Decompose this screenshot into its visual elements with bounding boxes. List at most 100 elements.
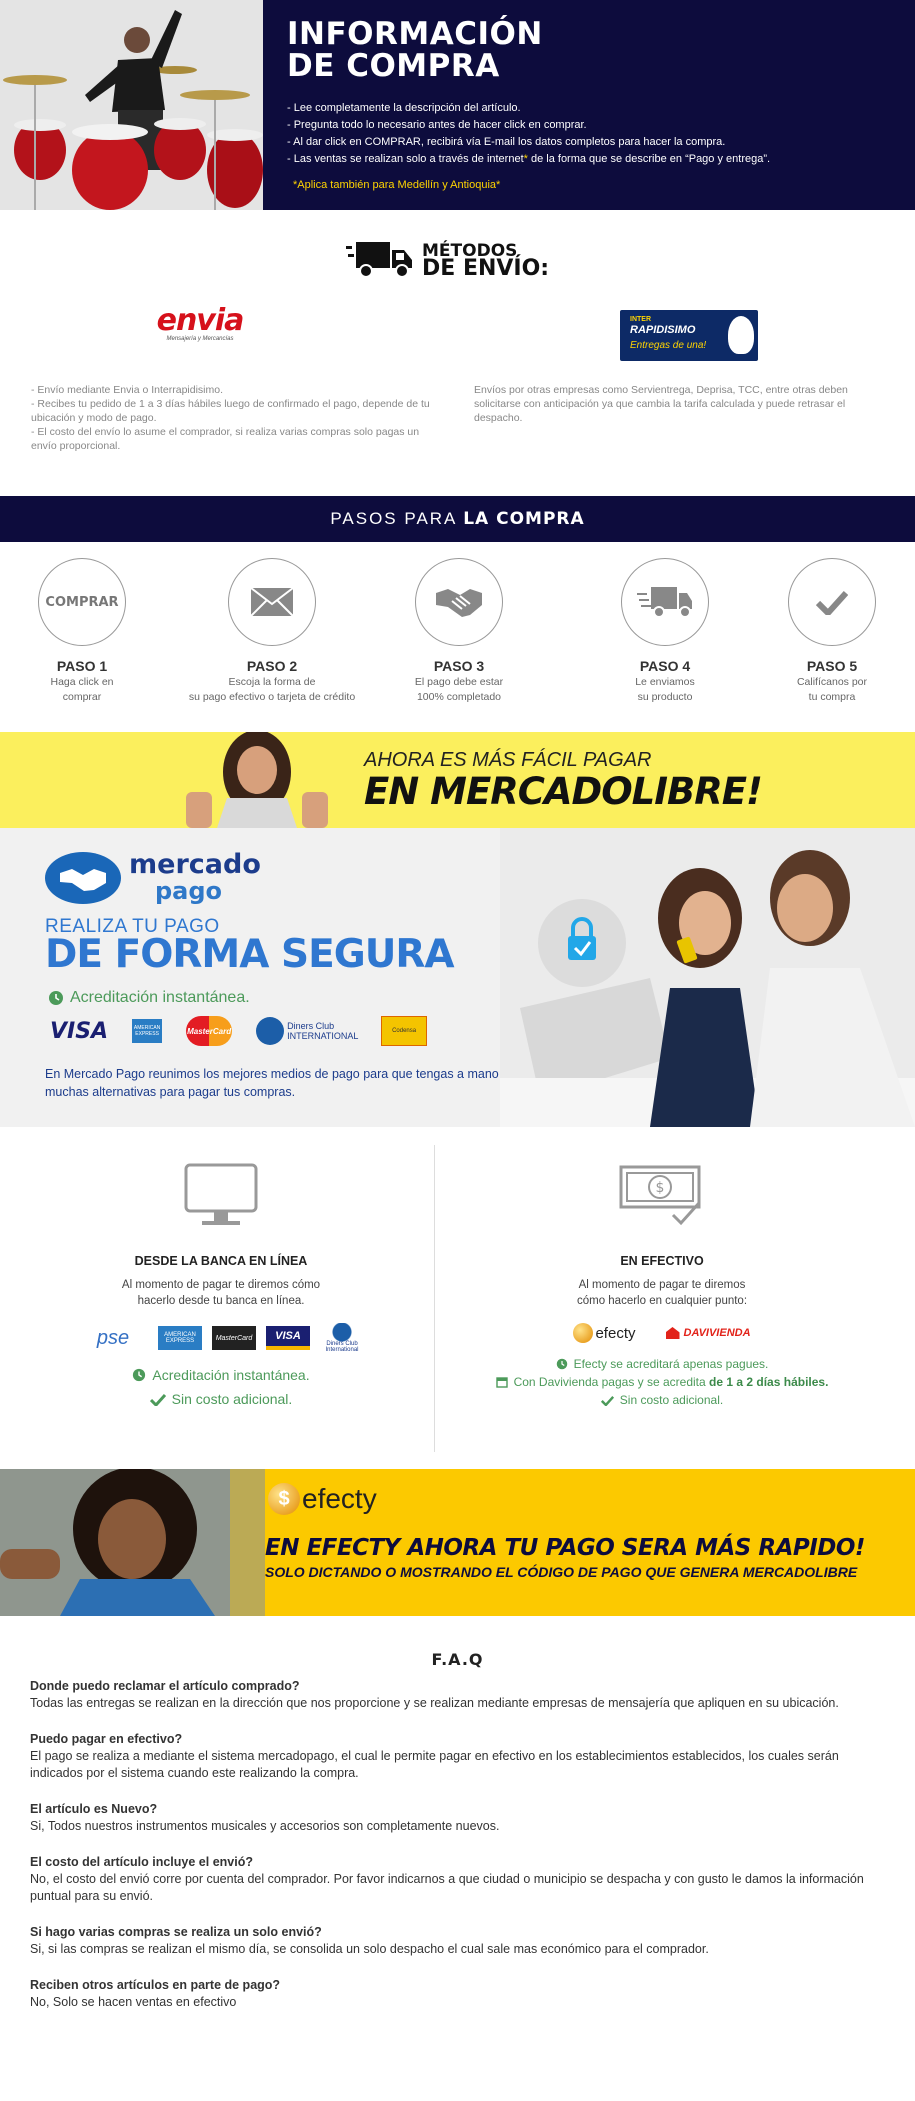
diners-circle-icon [256, 1017, 285, 1045]
mp-accreditation-text: Acreditación instantánea. [70, 989, 250, 1006]
faq-question: Puedo pagar en efectivo? [30, 1732, 183, 1746]
comprar-circle-text: COMPRAR [45, 594, 119, 610]
cash-column: $ EN EFECTIVO Al momento de pagar te dir… [462, 1163, 862, 1407]
davivienda-accreditation: Con Davivienda pagas y se acredita de 1 … [462, 1375, 862, 1389]
faq-question: El costo del artículo incluye el envió? [30, 1855, 253, 1869]
efecty-accreditation: Efecty se acreditará apenas pagues. [462, 1357, 862, 1371]
inter-logo-line1: INTER [630, 316, 651, 323]
efecty-banner-subtitle: SOLO DICTANDO O MOSTRANDO EL CÓDIGO DE P… [265, 1564, 858, 1580]
faq-question: Reciben otros artículos en parte de pago… [30, 1978, 281, 1992]
step-1: COMPRAR PASO 1 Haga click en comprar [0, 558, 182, 705]
bank-accreditation: Acreditación instantánea. [21, 1367, 421, 1383]
instruction-item: - Pregunta todo lo necesario antes de ha… [287, 119, 587, 131]
cash-logos: efecty DAVIVIENDA [462, 1323, 862, 1343]
medellin-note: *Aplica también para Medellín y Antioqui… [293, 179, 501, 191]
efecty-coin-icon [573, 1323, 594, 1343]
step-desc-line: El pago debe estar [414, 676, 504, 688]
efecty-logo-text: efecty [595, 1324, 636, 1342]
diners-logo-text: Diners Club INTERNATIONAL [287, 1021, 359, 1041]
step-description: Escoja la forma de su pago efectivo o tar… [172, 675, 372, 705]
bank-accreditation-text: Acreditación instantánea. [152, 1367, 310, 1383]
amex-logo: AMERICAN EXPRESS [158, 1326, 202, 1350]
efecty-accreditation-text: Efecty se acreditará apenas pagues. [573, 1357, 769, 1371]
other-couriers-text: Envíos por otras empresas como Servientr… [474, 384, 848, 424]
purchase-instructions: - Lee completamente la descripción del a… [287, 100, 891, 168]
mercadopago-word-1: mercado [129, 849, 261, 880]
shipping-note: - El costo del envío lo asume el comprad… [31, 426, 420, 452]
cash-no-cost: Sin costo adicional. [462, 1393, 862, 1407]
efecty-banner: $ efecty EN EFECTY AHORA TU PAGO SERA MÁ… [0, 1469, 915, 1616]
step-description: Califícanos por tu compra [732, 675, 915, 705]
shipping-title-line2: DE ENVÍO: [422, 256, 550, 281]
mercadopago-section: mercado pago REALIZA TU PAGO DE FORMA SE… [0, 828, 915, 1127]
faq-question: Si hago varias compras se realiza un sol… [30, 1925, 322, 1939]
page-title-line2: DE COMPRA [287, 48, 500, 84]
mercadopago-wordmark: mercado pago [129, 849, 261, 905]
diners-logo: Diners Club International [320, 1323, 364, 1353]
faq-answer: Si, Todos nuestros instrumentos musicale… [30, 1819, 500, 1833]
mercadopago-word-2: pago [155, 877, 223, 905]
cash-text-line: Al momento de pagar te diremos [578, 1279, 746, 1291]
clock-icon [556, 1358, 567, 1370]
truck-icon [621, 558, 709, 646]
instruction-item: - Lee completamente la descripción del a… [287, 102, 521, 114]
faq-item: El artículo es Nuevo? Si, Todos nuestros… [30, 1801, 885, 1835]
faq-answer: El pago se realiza a mediante el sistema… [30, 1749, 839, 1780]
step-desc-line: comprar [62, 691, 102, 703]
step-name: PASO 3 [433, 658, 485, 674]
faq-item: Reciben otros artículos en parte de pago… [30, 1977, 885, 2011]
house-icon [665, 1327, 680, 1339]
cash-text-line: cómo hacerlo en cualquier punto: [576, 1295, 748, 1307]
mercadopago-logo: mercado pago [45, 849, 261, 905]
efecty-banner-logo: $ efecty [268, 1483, 377, 1515]
step-desc-line: 100% completado [416, 691, 502, 703]
faq-item: Si hago varias compras se realiza un sol… [30, 1924, 885, 1958]
steps-banner-light: PASOS PARA [330, 509, 464, 528]
shipping-title: MÉTODOS DE ENVÍO: [422, 242, 550, 281]
step-desc-line: tu compra [808, 691, 856, 703]
steps-banner-bold: LA COMPRA [463, 509, 585, 529]
envia-shipping-text: - Envío mediante Envia o Interrapidisimo… [31, 383, 441, 453]
runner-icon [728, 316, 754, 354]
svg-text:$: $ [656, 1180, 665, 1196]
faq-item: Puedo pagar en efectivo? El pago se real… [30, 1731, 885, 1782]
faq-question: El artículo es Nuevo? [30, 1802, 158, 1816]
comprar-circle-icon: COMPRAR [38, 558, 126, 646]
step-3: PASO 3 El pago debe estar 100% completado [359, 558, 559, 705]
ml-banner-subtitle: AHORA ES MÁS FÁCIL PAGAR [364, 749, 652, 771]
shipping-note: - Recibes tu pedido de 1 a 3 días hábile… [31, 398, 430, 424]
calendar-icon [495, 1377, 508, 1388]
amex-logo: AMERICAN EXPRESS [132, 1019, 163, 1043]
step-name: PASO 2 [246, 658, 298, 674]
bank-logos: pse AMERICAN EXPRESS MasterCard VISA Din… [21, 1323, 421, 1353]
faq-title: F.A.Q [431, 1650, 484, 1669]
efecty-banner-title: EN EFECTY AHORA TU PAGO SERA MÁS RAPIDO! [265, 1535, 865, 1561]
bank-no-cost-text: Sin costo adicional. [171, 1391, 293, 1407]
purchase-steps: COMPRAR PASO 1 Haga click en comprar PASO… [0, 542, 915, 732]
payment-divider [434, 1145, 435, 1452]
faq-item: El costo del artículo incluye el envió? … [30, 1854, 885, 1905]
interrapidisimo-logo: INTER RAPIDISIMO Entregas de una! [620, 310, 758, 361]
step-desc-line: Haga click en [50, 676, 114, 688]
couple-laptop-photo [500, 828, 915, 1127]
step-desc-line: Califícanos por [796, 676, 868, 688]
ml-banner-title: EN MERCADOLIBRE! [364, 770, 763, 813]
envelope-icon [228, 558, 316, 646]
step-description: Haga click en comprar [0, 675, 182, 705]
step-description: El pago debe estar 100% completado [359, 675, 559, 705]
inter-logo-line3: Entregas de una! [630, 340, 707, 351]
step-desc-line: Escoja la forma de [228, 676, 316, 688]
davivienda-accreditation-b: de 1 a 2 días hábiles. [709, 1375, 829, 1389]
payment-options: DESDE LA BANCA EN LÍNEA Al momento de pa… [0, 1127, 915, 1469]
faq-section: F.A.Q Donde puedo reclamar el artículo c… [0, 1616, 915, 2041]
monitor-icon [184, 1163, 258, 1225]
step-name: PASO 1 [56, 658, 108, 674]
visa-logo: VISA [266, 1326, 310, 1350]
drummer-illustration [0, 0, 263, 210]
davivienda-accreditation-a: Con Davivienda pagas y se acredita [513, 1375, 710, 1389]
purchase-info-header: INFORMACIÓN DE COMPRA - Lee completament… [0, 0, 915, 210]
handshake-icon [415, 558, 503, 646]
checkmark-icon [149, 1393, 166, 1406]
check-icon [788, 558, 876, 646]
thumbs-up-woman-photo [186, 732, 328, 828]
